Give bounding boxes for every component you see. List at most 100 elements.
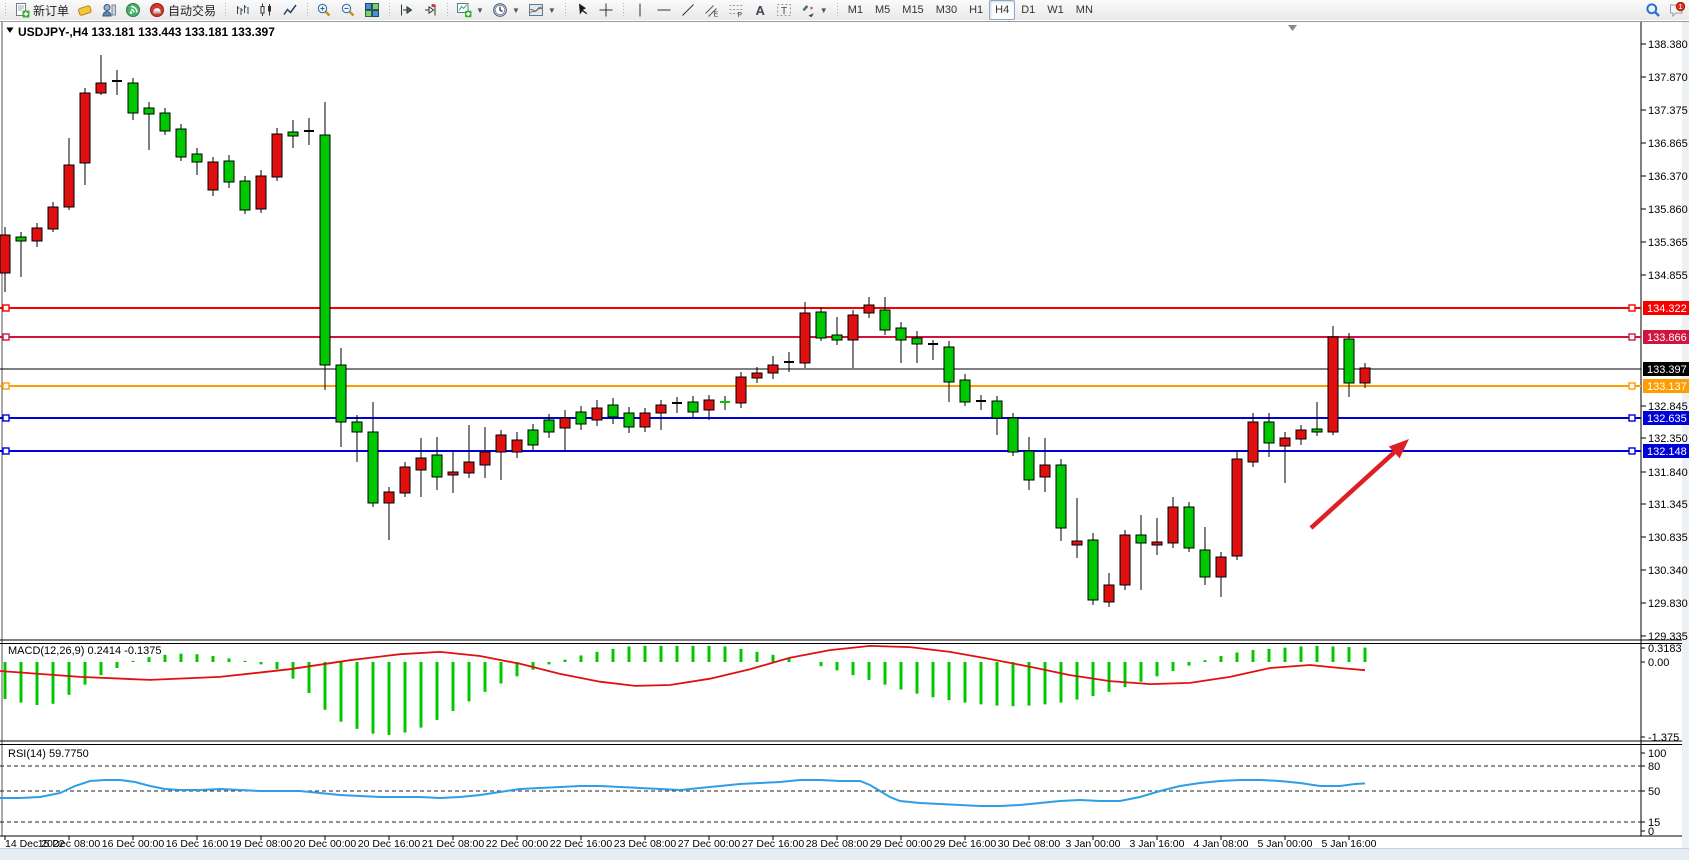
editor-icon bbox=[77, 2, 93, 18]
toolbar-group-handle[interactable] bbox=[224, 2, 228, 18]
crosshair-icon bbox=[598, 2, 614, 18]
svg-text:3 Jan 00:00: 3 Jan 00:00 bbox=[1066, 838, 1121, 848]
toolbar-group-handle[interactable] bbox=[306, 2, 310, 18]
trendline-tool[interactable] bbox=[676, 0, 700, 20]
label-icon: T bbox=[776, 2, 792, 18]
tile-windows-icon bbox=[364, 2, 380, 18]
vline-icon bbox=[632, 2, 648, 18]
svg-text:134.322: 134.322 bbox=[1647, 303, 1687, 315]
svg-text:0.3183: 0.3183 bbox=[1648, 643, 1682, 655]
svg-text:100: 100 bbox=[1648, 748, 1666, 760]
horizontal-line-tool[interactable] bbox=[652, 0, 676, 20]
navigator-button[interactable] bbox=[97, 0, 121, 20]
svg-text:16 Dec 16:00: 16 Dec 16:00 bbox=[166, 838, 229, 848]
auto-scroll-button[interactable] bbox=[394, 0, 418, 20]
svg-text:136.865: 136.865 bbox=[1648, 138, 1688, 150]
timeframe-h4-button[interactable]: H4 bbox=[989, 0, 1015, 20]
candlestick-chart-button[interactable] bbox=[254, 0, 278, 20]
arrows-tool[interactable]: ▼ bbox=[796, 0, 832, 20]
timeframe-m5-button[interactable]: M5 bbox=[869, 0, 896, 20]
chart-shift-button[interactable] bbox=[418, 0, 442, 20]
svg-text:15 Dec 08:00: 15 Dec 08:00 bbox=[38, 838, 101, 848]
price-tag-134.322: 134.322 bbox=[1643, 301, 1689, 315]
svg-text:A: A bbox=[755, 3, 765, 18]
timeframe-m30-button[interactable]: M30 bbox=[930, 0, 963, 20]
toolbar-group-handle[interactable] bbox=[446, 2, 450, 18]
svg-text:129.335: 129.335 bbox=[1648, 631, 1688, 643]
indicators-button[interactable]: ▼ bbox=[452, 0, 488, 20]
vertical-line-tool[interactable] bbox=[628, 0, 652, 20]
bar-chart-button[interactable] bbox=[230, 0, 254, 20]
timeframe-mn-button[interactable]: MN bbox=[1070, 0, 1099, 20]
cursor-tool-button[interactable] bbox=[570, 0, 594, 20]
svg-text:21 Dec 08:00: 21 Dec 08:00 bbox=[422, 838, 485, 848]
zoom-in-button[interactable] bbox=[312, 0, 336, 20]
price-tag-132.148: 132.148 bbox=[1643, 444, 1689, 458]
svg-text:136.370: 136.370 bbox=[1648, 171, 1688, 183]
timeframe-m15-button[interactable]: M15 bbox=[896, 0, 929, 20]
svg-text:131.840: 131.840 bbox=[1648, 467, 1688, 479]
svg-text:27 Dec 16:00: 27 Dec 16:00 bbox=[742, 838, 805, 848]
chevron-down-icon[interactable]: ▼ bbox=[512, 6, 520, 15]
chevron-down-icon[interactable]: ▼ bbox=[820, 6, 828, 15]
svg-text:29 Dec 00:00: 29 Dec 00:00 bbox=[870, 838, 933, 848]
svg-text:USDJPY-,H4 133.181 133.443 13: USDJPY-,H4 133.181 133.443 133.181 133.3… bbox=[18, 25, 275, 39]
svg-text:135.365: 135.365 bbox=[1648, 237, 1688, 249]
svg-text:133.866: 133.866 bbox=[1647, 332, 1687, 344]
timeframe-h1-button[interactable]: H1 bbox=[963, 0, 989, 20]
svg-text:133.397: 133.397 bbox=[1647, 364, 1687, 376]
svg-text:28 Dec 08:00: 28 Dec 08:00 bbox=[806, 838, 869, 848]
indicators-icon bbox=[456, 2, 472, 18]
svg-text:130.340: 130.340 bbox=[1648, 565, 1688, 577]
main-toolbar: 新订单 自动交易 ▼ ▼ ▼ E FAT ▼ M1M5M15M30H1H4D1W1MN 1 bbox=[0, 0, 1689, 21]
svg-text:27 Dec 00:00: 27 Dec 00:00 bbox=[678, 838, 741, 848]
metaeditor-button[interactable] bbox=[73, 0, 97, 20]
zoom-out-button[interactable] bbox=[336, 0, 360, 20]
price-chart-canvas[interactable]: USDJPY-,H4 133.181 133.443 133.181 133.3… bbox=[0, 20, 1689, 848]
chart-shift-icon bbox=[422, 2, 438, 18]
new-order-button-label: 新订单 bbox=[33, 2, 69, 19]
line-chart-button[interactable] bbox=[278, 0, 302, 20]
chart-line-icon bbox=[282, 2, 298, 18]
auto-trading-button[interactable]: 自动交易 bbox=[145, 0, 220, 20]
svg-text:137.870: 137.870 bbox=[1648, 72, 1688, 84]
signals-icon bbox=[125, 2, 141, 18]
svg-text:E: E bbox=[713, 12, 718, 19]
periods-button[interactable]: ▼ bbox=[488, 0, 524, 20]
toolbar-group-handle[interactable] bbox=[388, 2, 392, 18]
timeframe-d1-button[interactable]: D1 bbox=[1015, 0, 1041, 20]
toolbar-group-handle[interactable] bbox=[4, 2, 8, 18]
templates-button[interactable]: ▼ bbox=[524, 0, 560, 20]
chart-window[interactable]: USDJPY-,H4 133.181 133.443 133.181 133.3… bbox=[0, 20, 1689, 848]
toolbar-group-handle[interactable] bbox=[836, 2, 840, 18]
search-button[interactable] bbox=[1641, 0, 1665, 20]
chart-bars-icon bbox=[234, 2, 250, 18]
chart-title: USDJPY-,H4 133.181 133.443 133.181 133.3… bbox=[6, 25, 275, 39]
chevron-down-icon[interactable]: ▼ bbox=[476, 6, 484, 15]
text-tool[interactable]: A bbox=[748, 0, 772, 20]
toolbar-group-handle[interactable] bbox=[622, 2, 626, 18]
svg-text:137.375: 137.375 bbox=[1648, 105, 1688, 117]
auto-trading-button-label: 自动交易 bbox=[168, 2, 216, 19]
svg-text:MACD(12,26,9) 0.2414 -0.1375: MACD(12,26,9) 0.2414 -0.1375 bbox=[8, 645, 161, 657]
crosshair-tool-button[interactable] bbox=[594, 0, 618, 20]
equidistant-channel-tool[interactable]: E bbox=[700, 0, 724, 20]
fibonacci-icon: F bbox=[728, 2, 744, 18]
timeframe-w1-button[interactable]: W1 bbox=[1041, 0, 1070, 20]
new-order-icon bbox=[14, 2, 30, 18]
svg-text:0.00: 0.00 bbox=[1648, 657, 1669, 669]
chat-button[interactable]: 1 bbox=[1665, 0, 1689, 20]
navigator-icon bbox=[101, 2, 117, 18]
toolbar-group-handle[interactable] bbox=[564, 2, 568, 18]
text-label-tool[interactable]: T bbox=[772, 0, 796, 20]
fibonacci-tool[interactable]: F bbox=[724, 0, 748, 20]
svg-text:29 Dec 16:00: 29 Dec 16:00 bbox=[934, 838, 997, 848]
signals-button[interactable] bbox=[121, 0, 145, 20]
text-icon: A bbox=[752, 2, 768, 18]
timeframe-m1-button[interactable]: M1 bbox=[842, 0, 869, 20]
new-order-button[interactable]: 新订单 bbox=[10, 0, 73, 20]
chevron-down-icon[interactable]: ▼ bbox=[548, 6, 556, 15]
svg-text:135.860: 135.860 bbox=[1648, 204, 1688, 216]
tile-windows-button[interactable] bbox=[360, 0, 384, 20]
auto-scroll-icon bbox=[398, 2, 414, 18]
